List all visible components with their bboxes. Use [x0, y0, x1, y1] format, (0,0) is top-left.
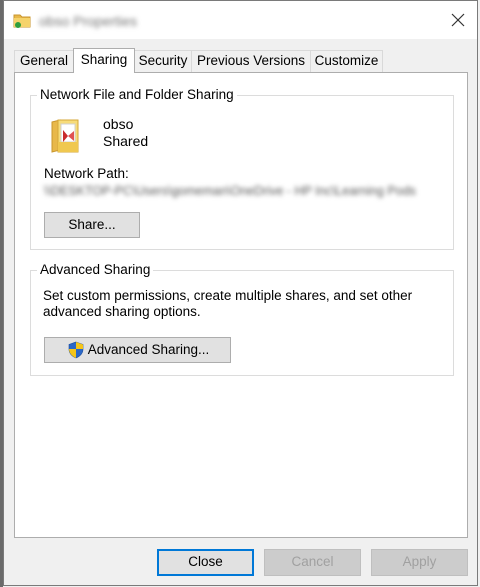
apply-button[interactable]: Apply: [371, 549, 468, 576]
tab-customize[interactable]: Customize: [310, 50, 383, 72]
title-bar[interactable]: obso Properties: [4, 1, 477, 39]
tab-general[interactable]: General: [14, 50, 74, 72]
folder-name: obso: [103, 116, 134, 132]
advanced-sharing-group: Advanced Sharing Set custom permissions,…: [30, 262, 454, 376]
close-icon[interactable]: [449, 11, 467, 29]
advanced-sharing-description: Set custom permissions, create multiple …: [43, 288, 413, 319]
shared-folder-icon: [51, 119, 79, 153]
tab-security[interactable]: Security: [134, 50, 192, 72]
group-label: Advanced Sharing: [37, 262, 154, 278]
advanced-sharing-button[interactable]: Advanced Sharing...: [44, 337, 231, 363]
share-status: Shared: [103, 133, 149, 149]
folder-icon: [13, 14, 31, 28]
network-path-label: Network Path:: [44, 166, 129, 181]
tab-sharing[interactable]: Sharing: [73, 48, 135, 73]
network-path-value: \\DESKTOP-PC\Users\gomeman\OneDrive - HP…: [44, 184, 416, 198]
network-sharing-group: Network File and Folder Sharing obso Sha…: [30, 87, 454, 250]
uac-shield-icon: [68, 341, 84, 359]
properties-dialog: obso Properties General Sharing Security…: [3, 0, 478, 586]
share-button[interactable]: Share...: [44, 212, 140, 238]
cancel-button[interactable]: Cancel: [264, 549, 361, 576]
sharing-panel: Network File and Folder Sharing obso Sha…: [14, 72, 468, 538]
tab-previous-versions[interactable]: Previous Versions: [191, 50, 311, 72]
close-button[interactable]: Close: [157, 549, 254, 576]
group-label: Network File and Folder Sharing: [37, 87, 237, 103]
window-title: obso Properties: [39, 13, 138, 29]
